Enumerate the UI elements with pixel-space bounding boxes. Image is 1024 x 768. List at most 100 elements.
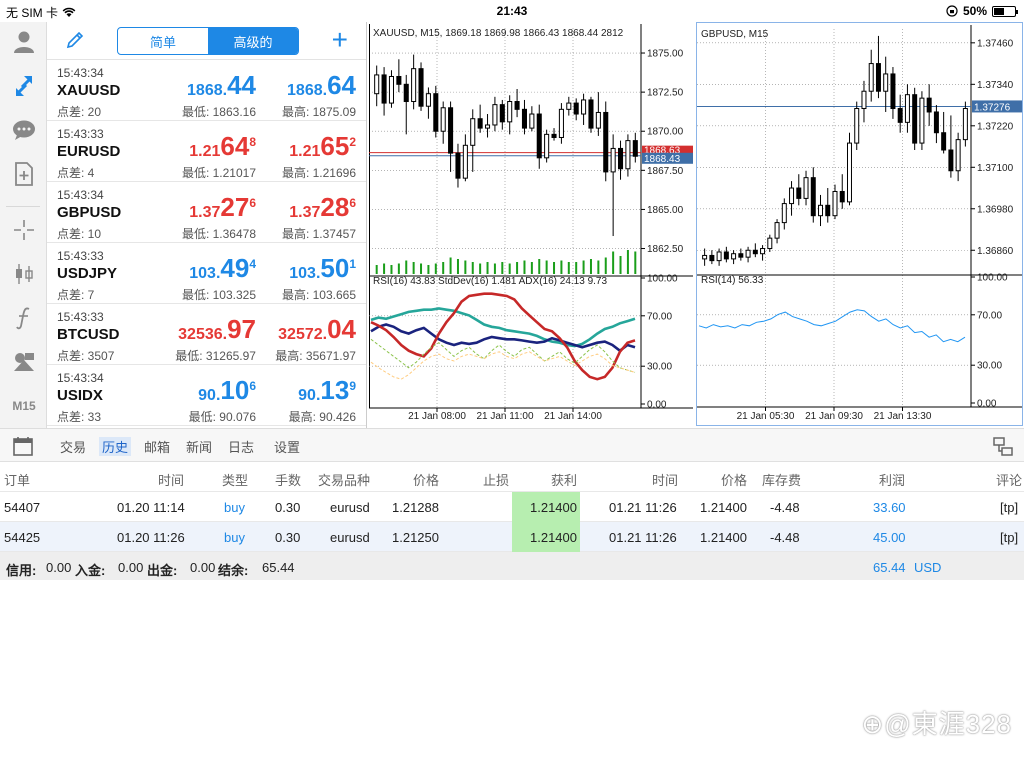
ask-price[interactable]: 32572. 04 — [278, 316, 356, 344]
candle-bear — [499, 104, 505, 123]
timeframe-button[interactable]: M15 — [8, 390, 40, 422]
cell-open-time: 01.20 11:14 — [117, 500, 185, 515]
ask-price[interactable]: 90. 13 9 — [298, 377, 356, 405]
chat-icon[interactable] — [8, 114, 40, 146]
volume-bar — [545, 260, 548, 274]
bid-price-prefix: 1.37 — [189, 204, 221, 221]
symbol-name: USIDX — [57, 387, 103, 404]
quote-row-usidx[interactable]: 15:43:34 USIDX 90. 10 6 90. 13 9 点差: 33 … — [47, 365, 366, 426]
quote-row-usdjpy[interactable]: 15:43:33 USDJPY 103. 49 4 103. 50 1 点差: … — [47, 243, 366, 304]
candle-bull — [818, 204, 824, 217]
day-high: 最高: 1.37457 — [281, 227, 356, 241]
indicator-y-tick-label: 70.00 — [977, 310, 1002, 321]
indicator-y-tick-label: 30.00 — [977, 361, 1002, 372]
tab-4[interactable]: 日志 — [228, 437, 254, 456]
ask-price-big-digits: 50 — [320, 253, 350, 283]
cell-type: buy — [224, 500, 245, 515]
ask-price-big-digits: 13 — [320, 375, 350, 405]
volume-bar — [575, 262, 578, 274]
candle-bear — [632, 140, 638, 157]
tab-1[interactable]: 历史 — [99, 437, 132, 456]
panel-layout-icon[interactable] — [992, 435, 1014, 457]
new-order-icon[interactable] — [8, 158, 40, 190]
col-header-3[interactable]: 手数 — [275, 470, 301, 489]
tab-0[interactable]: 交易 — [60, 437, 86, 456]
quote-row-eurusd[interactable]: 15:43:33 EURUSD 1.21 64 8 1.21 65 2 点差: … — [47, 121, 366, 182]
volume-bar — [567, 262, 570, 274]
objects-icon[interactable] — [8, 346, 40, 378]
gbpusd-chart[interactable]: 1.37460 1.37340 1.37220 1.37100 1.36980 1.368… — [696, 22, 1023, 426]
bid-price[interactable]: 1868. 44 — [187, 72, 256, 100]
credit-label: 信用: — [6, 563, 37, 578]
crosshair-icon[interactable] — [8, 214, 40, 246]
xauusd-chart[interactable]: 1875.00 1872.50 1870.00 1867.50 1865.00 1862.… — [369, 22, 693, 428]
y-tick-label: 1872.50 — [647, 88, 684, 99]
history-row[interactable]: 54425 01.20 11:26 buy 0.30 eurusd 1.21250 1.21… — [0, 522, 1024, 552]
quote-row-btcusd[interactable]: 15:43:33 BTCUSD 32536. 97 32572. 04 点差: … — [47, 304, 366, 365]
symbol-name: BTCUSD — [57, 326, 120, 343]
ask-price[interactable]: 103. 50 1 — [289, 255, 356, 283]
bid-price[interactable]: 1.21 64 8 — [189, 133, 256, 161]
bid-price-pip: 6 — [249, 196, 256, 210]
accounts-icon[interactable] — [8, 26, 40, 58]
edit-icon[interactable] — [65, 30, 85, 55]
volume-bar — [589, 259, 592, 274]
candle-bull — [803, 177, 809, 199]
col-header-6[interactable]: 止损 — [483, 470, 509, 489]
col-header-11[interactable]: 利润 — [879, 470, 905, 489]
bid-price-prefix: 90. — [198, 387, 221, 404]
col-header-8[interactable]: 时间 — [652, 470, 678, 489]
ask-price[interactable]: 1.21 65 2 — [289, 133, 356, 161]
quote-row-gbpusd[interactable]: 15:43:34 GBPUSD 1.37 27 6 1.37 28 6 点差: … — [47, 182, 366, 243]
col-header-12[interactable]: 评论 — [996, 470, 1022, 489]
ask-price[interactable]: 1.37 28 6 — [289, 194, 356, 222]
cell-comment: [tp] — [1000, 500, 1019, 515]
indicators-icon[interactable] — [8, 302, 40, 334]
history-row[interactable]: 54407 01.20 11:14 buy 0.30 eurusd 1.21288 1.21… — [0, 492, 1024, 522]
candle-bull — [904, 94, 910, 123]
candle-bear — [810, 177, 816, 217]
indicator-title: RSI(14) 56.33 — [701, 275, 764, 286]
volume-bar — [464, 260, 467, 274]
bid-price-big-digits: 49 — [220, 253, 250, 283]
volume-bar — [626, 250, 629, 274]
calendar-icon[interactable] — [12, 435, 34, 457]
candle-bull — [425, 93, 431, 107]
add-symbol-icon[interactable]: + — [332, 24, 348, 56]
col-header-10[interactable]: 库存费 — [762, 470, 801, 489]
quote-row-xauusd[interactable]: 15:43:34 XAUUSD 1868. 44 1868. 64 点差: 20… — [47, 60, 366, 121]
spread: 点差: 10 — [57, 227, 102, 241]
segment-0[interactable]: 简单 — [118, 28, 208, 54]
ask-price[interactable]: 1868. 64 — [287, 72, 356, 100]
col-header-1[interactable]: 时间 — [158, 470, 184, 489]
candle-bear — [514, 101, 520, 110]
col-header-5[interactable]: 价格 — [413, 470, 439, 489]
chart-type-icon[interactable] — [8, 258, 40, 290]
col-header-0[interactable]: 订单 — [4, 470, 30, 489]
balance-value: 65.44 — [262, 560, 295, 575]
tab-5[interactable]: 设置 — [274, 437, 300, 456]
withdraw-label: 出金: — [147, 563, 178, 578]
col-header-7[interactable]: 获利 — [551, 470, 577, 489]
segment-1[interactable]: 高级的 — [208, 28, 298, 54]
candle-bear — [752, 249, 758, 255]
volume-bar — [449, 257, 452, 274]
bid-price[interactable]: 1.37 27 6 — [189, 194, 256, 222]
cell-close-time: 01.21 11:26 — [609, 500, 677, 515]
quotes-icon[interactable] — [8, 70, 40, 102]
col-header-9[interactable]: 价格 — [721, 470, 747, 489]
tab-2[interactable]: 邮箱 — [144, 437, 170, 456]
tab-3[interactable]: 新闻 — [186, 437, 212, 456]
bid-price[interactable]: 103. 49 4 — [189, 255, 256, 283]
col-header-4[interactable]: 交易品种 — [318, 470, 370, 489]
indicator-y-tick-label: 30.00 — [647, 362, 672, 373]
day-low: 最低: 103.325 — [181, 288, 256, 302]
volume-bar — [553, 262, 556, 274]
ask-price-prefix: 1.37 — [289, 204, 321, 221]
bid-price[interactable]: 90. 10 6 — [198, 377, 256, 405]
candle-bull — [955, 139, 961, 172]
ask-price-prefix: 90. — [298, 387, 321, 404]
bid-price[interactable]: 32536. 97 — [178, 316, 256, 344]
volume-bar — [523, 260, 526, 274]
col-header-2[interactable]: 类型 — [222, 470, 248, 489]
